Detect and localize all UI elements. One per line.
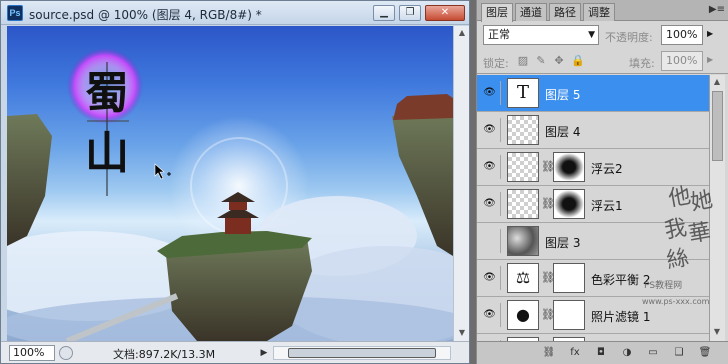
pagoda-base <box>225 216 251 234</box>
calligraphy-char-2: 山 <box>85 128 129 179</box>
visibility-eye-icon[interactable]: 👁 <box>479 118 501 142</box>
layers-panel: 图层 通道 路径 调整 ▶≡ 正常 ▼ 不透明度: 100% ▶ 锁定: ▨ ✎… <box>476 0 728 364</box>
fill-arrow-icon[interactable]: ▶ <box>707 55 713 64</box>
blend-mode-value: 正常 <box>488 28 510 41</box>
panel-footer: ⛓ fx ◘ ◑ ▭ ❑ 🗑 <box>477 341 728 364</box>
photoshop-icon: Ps <box>7 5 23 21</box>
canvas-artwork: 蜀 山 <box>7 48 453 341</box>
layer-row[interactable]: 👁 ● ⛓ 照片滤镜 1 <box>477 297 709 334</box>
opacity-label: 不透明度: <box>605 31 653 44</box>
layer-list-scrollbar[interactable]: ▲ ▼ <box>709 75 725 341</box>
move-cursor-icon <box>154 163 165 180</box>
scroll-down-icon[interactable]: ▼ <box>455 326 469 340</box>
lock-label: 锁定: <box>483 57 509 70</box>
visibility-eye-icon[interactable]: 👁 <box>479 155 501 179</box>
layer-mask-thumbnail[interactable] <box>553 300 585 330</box>
document-size-info: 文档:897.2K/13.3M <box>113 348 216 361</box>
new-layer-icon[interactable]: ❑ <box>671 346 687 360</box>
layer-thumbnail[interactable]: ⚖ <box>507 263 539 293</box>
tab-paths[interactable]: 路径 <box>549 3 581 21</box>
layer-name[interactable]: 图层 4 <box>545 123 580 140</box>
layer-name[interactable]: 照片滤镜 1 <box>591 308 650 325</box>
zoom-level-field[interactable]: 100% <box>9 345 55 361</box>
scroll-up-icon[interactable]: ▲ <box>455 26 469 40</box>
scroll-thumb[interactable] <box>288 348 436 358</box>
opacity-field[interactable]: 100% <box>661 25 703 45</box>
layer-name[interactable]: 色彩平衡 2 <box>591 271 650 288</box>
lock-position-icon[interactable]: ✥ <box>553 55 565 67</box>
image-canvas[interactable]: 蜀 山 <box>7 26 453 341</box>
visibility-eye-icon[interactable]: 👁 <box>479 229 501 253</box>
status-info-icon[interactable] <box>59 346 73 360</box>
layer-row[interactable]: 👁 ⛓ 浮云1 <box>477 186 709 223</box>
blend-mode-select[interactable]: 正常 ▼ <box>483 25 599 45</box>
scroll-down-icon[interactable]: ▼ <box>710 325 724 339</box>
chevron-down-icon: ▼ <box>588 30 595 40</box>
layer-row[interactable]: 👁 ⛓ 浮云2 <box>477 149 709 186</box>
right-temple <box>393 94 453 120</box>
folder-icon[interactable]: ▭ <box>645 346 661 360</box>
layer-thumbnail[interactable] <box>507 152 539 182</box>
visibility-eye-icon[interactable]: 👁 <box>479 266 501 290</box>
blend-row: 正常 ▼ 不透明度: 100% ▶ <box>477 22 728 48</box>
tab-channels[interactable]: 通道 <box>515 3 547 21</box>
lock-pixels-icon[interactable]: ✎ <box>535 55 547 67</box>
layer-thumbnail[interactable]: T <box>507 78 539 108</box>
tab-adjustments[interactable]: 调整 <box>583 3 615 21</box>
document-horizontal-scrollbar[interactable] <box>273 346 451 360</box>
scroll-thumb[interactable] <box>712 91 723 161</box>
panel-tab-bar: 图层 通道 路径 调整 ▶≡ <box>477 0 728 22</box>
layer-mask-thumbnail[interactable] <box>553 152 585 182</box>
scroll-up-icon[interactable]: ▲ <box>710 75 724 89</box>
layer-name[interactable]: 图层 5 <box>545 86 580 103</box>
layer-list: 👁T图层 5👁图层 4👁⛓浮云2👁⛓浮云1👁图层 3👁⚖⛓色彩平衡 2👁●⛓照片… <box>477 75 709 341</box>
restore-button[interactable]: ❐ <box>399 5 421 21</box>
layer-thumbnail[interactable] <box>507 226 539 256</box>
visibility-eye-icon[interactable]: 👁 <box>479 303 501 327</box>
close-button[interactable]: ✕ <box>425 5 465 21</box>
layer-row[interactable]: 👁 T 图层 5 <box>477 75 709 112</box>
lock-row: 锁定: ▨ ✎ ✥ 🔒 填充: 100% ▶ <box>477 48 728 74</box>
fill-field[interactable]: 100% <box>661 51 703 71</box>
layer-row[interactable]: 👁 图层 4 <box>477 112 709 149</box>
layer-row[interactable]: 👁 ⚖ ⛓ 色彩平衡 2 <box>477 260 709 297</box>
lock-all-icon[interactable]: 🔒 <box>571 55 585 67</box>
left-rock <box>7 114 52 246</box>
document-window: Ps source.psd @ 100% (图层 4, RGB/8#) * ▁ … <box>0 0 470 364</box>
tab-layers[interactable]: 图层 <box>481 3 513 22</box>
calligraphy-char-1: 蜀 <box>85 68 129 119</box>
status-bar: 100% 文档:897.2K/13.3M ▶ <box>1 341 469 363</box>
layer-mask-thumbnail[interactable] <box>553 189 585 219</box>
document-vertical-scrollbar[interactable]: ▲ ▼ <box>453 26 469 341</box>
layer-name[interactable]: 浮云2 <box>591 160 623 177</box>
status-menu-arrow-icon[interactable]: ▶ <box>257 345 271 361</box>
layer-name[interactable]: 浮云1 <box>591 197 623 214</box>
layer-mask-thumbnail[interactable] <box>553 263 585 293</box>
mask-icon[interactable]: ◘ <box>593 346 609 360</box>
adjustment-icon[interactable]: ◑ <box>619 346 635 360</box>
document-title: source.psd @ 100% (图层 4, RGB/8#) * <box>29 8 262 22</box>
minimize-button[interactable]: ▁ <box>373 5 395 21</box>
visibility-eye-icon[interactable]: 👁 <box>479 81 501 105</box>
fill-label: 填充: <box>629 57 655 70</box>
opacity-arrow-icon[interactable]: ▶ <box>707 29 713 38</box>
layer-thumbnail[interactable] <box>507 115 539 145</box>
trash-icon[interactable]: 🗑 <box>697 346 713 360</box>
link-icon[interactable]: ⛓ <box>541 346 557 360</box>
layer-row[interactable]: 👁☼⛓亮度/对比度 3 <box>477 334 709 341</box>
visibility-eye-icon[interactable]: 👁 <box>479 192 501 216</box>
document-title-bar[interactable]: Ps source.psd @ 100% (图层 4, RGB/8#) * ▁ … <box>1 1 469 25</box>
fx-icon[interactable]: fx <box>567 346 583 360</box>
lock-transparency-icon[interactable]: ▨ <box>517 55 529 67</box>
layer-name[interactable]: 图层 3 <box>545 234 580 251</box>
layer-thumbnail[interactable] <box>507 189 539 219</box>
layer-row[interactable]: 👁 图层 3 <box>477 223 709 260</box>
panel-menu-icon[interactable]: ▶≡ <box>709 4 725 15</box>
layer-thumbnail[interactable]: ● <box>507 300 539 330</box>
